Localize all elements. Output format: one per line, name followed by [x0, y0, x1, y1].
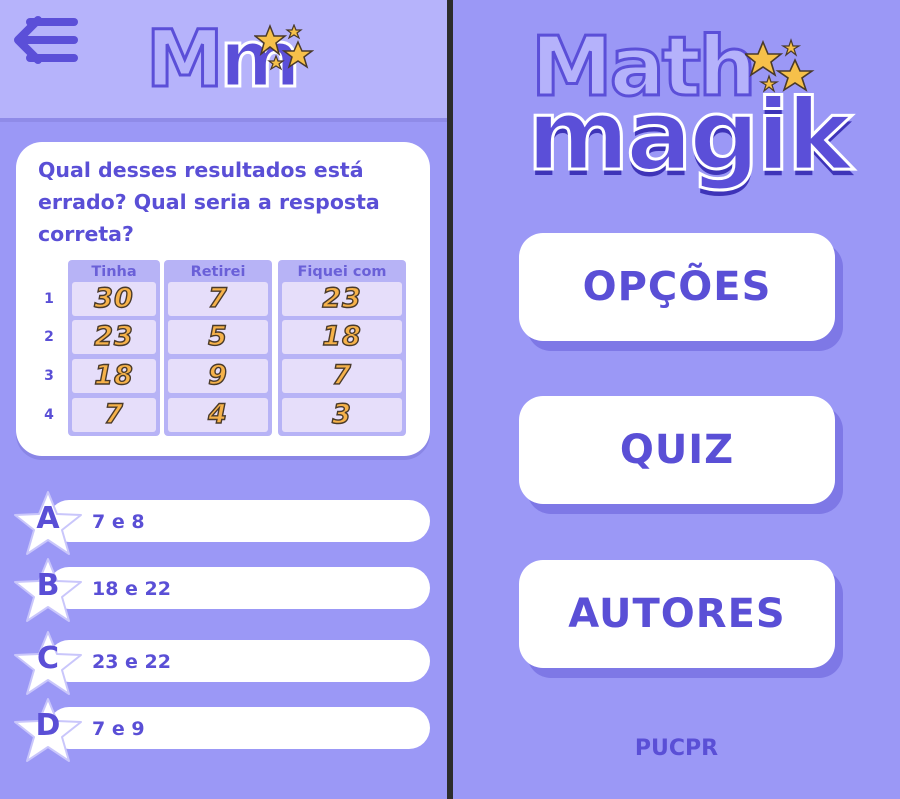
- authors-button[interactable]: AUTORES: [519, 560, 835, 668]
- question-text: Qual desses resultados está errado? Qual…: [38, 158, 380, 246]
- answer-option-c[interactable]: C 23 e 22: [10, 628, 430, 695]
- table-cell: 7: [282, 359, 402, 393]
- quiz-button[interactable]: QUIZ: [519, 396, 835, 504]
- options-button[interactable]: OPÇÕES: [519, 233, 835, 341]
- mini-logo: Mm: [145, 17, 316, 110]
- answer-text: 7 e 9: [92, 718, 145, 740]
- footer-label: PUCPR: [634, 736, 719, 761]
- stars-icon: [254, 24, 314, 71]
- answer-option-a[interactable]: A 7 e 8: [10, 488, 430, 555]
- table-cell: 5: [168, 320, 268, 354]
- answer-letter: C: [36, 641, 60, 676]
- table-cell: 23: [282, 282, 402, 316]
- table-cell: 7: [72, 398, 156, 432]
- answer-letter: A: [36, 501, 60, 536]
- row-number: 4: [44, 407, 54, 423]
- answer-letter: D: [35, 708, 61, 743]
- question-card: Qual desses resultados está errado? Qual…: [16, 142, 430, 456]
- stars-icon: [745, 38, 815, 93]
- table-cell: 9: [168, 359, 268, 393]
- quiz-screen: Mm Qual desses resultados está errado? Q…: [0, 0, 447, 799]
- answer-letter: B: [36, 568, 60, 603]
- row-number: 2: [44, 329, 54, 345]
- answer-option-d[interactable]: D 7 e 9: [10, 695, 430, 762]
- answer-option-b[interactable]: B 18 e 22: [10, 555, 430, 622]
- menu-screen: Math magik OPÇÕES QUIZ AUTORES PUCPR: [453, 0, 900, 799]
- table-cell: 7: [168, 282, 268, 316]
- table-cell: 3: [282, 398, 402, 432]
- back-arrow-icon[interactable]: [12, 12, 82, 68]
- answer-text: 23 e 22: [92, 651, 171, 673]
- answer-text: 7 e 8: [92, 511, 145, 533]
- table-cell: 23: [72, 320, 156, 354]
- answer-text: 18 e 22: [92, 578, 171, 600]
- table-header: Tinha: [91, 264, 137, 280]
- logo-word-magik: magik: [525, 79, 853, 193]
- table-header: Fiquei com: [297, 264, 387, 280]
- quiz-header: Mm: [0, 0, 447, 122]
- app-logo: Math magik: [523, 20, 853, 202]
- subtraction-table: Tinha Retirei Fiquei com 1 2 3 4 30 7 23…: [16, 260, 430, 440]
- table-cell: 18: [282, 320, 402, 354]
- row-number: 1: [44, 291, 54, 307]
- table-cell: 4: [168, 398, 268, 432]
- table-cell: 30: [72, 282, 156, 316]
- table-cell: 18: [72, 359, 156, 393]
- row-number: 3: [44, 368, 54, 384]
- table-header: Retirei: [190, 264, 246, 280]
